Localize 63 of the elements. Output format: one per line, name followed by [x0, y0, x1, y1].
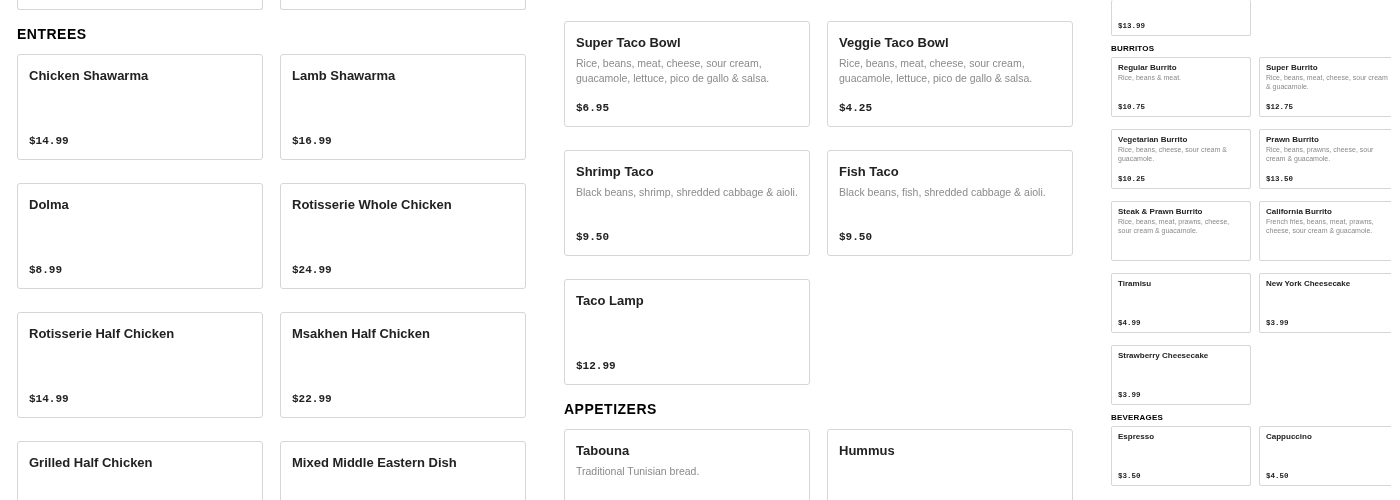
section-heading: BURRITOS [1110, 44, 1156, 53]
item-name: Rotisserie Whole Chicken [292, 196, 453, 214]
item-name: Fish Taco [839, 163, 900, 181]
menu-item-card[interactable]: Shrimp Taco Black beans, shrimp, shredded cabbage & aioli. $9.50 [564, 150, 810, 256]
item-name: Msakhen Half Chicken [292, 325, 431, 343]
item-name: Lamb Shawarma [292, 67, 397, 85]
item-price: $9.50 [576, 231, 610, 243]
menu-item-card[interactable]: Grilled Half Chicken [17, 441, 263, 500]
item-name: Cappuccino [1266, 432, 1313, 442]
item-price: $4.25 [839, 102, 873, 114]
item-name: Strawberry Cheesecake [1118, 351, 1210, 361]
menu-item-card[interactable]: Msakhen Half Chicken $22.99 [280, 312, 526, 418]
menu-item-card[interactable]: Veggie Taco Bowl Rice, beans, meat, cheese, sour cream, guacamole, lettuce, pico de gallo & salsa. $4.25 [827, 21, 1073, 127]
item-name: Tiramisu [1118, 279, 1153, 289]
menu-item-card[interactable]: Lamb Shawarma $16.99 [280, 54, 526, 160]
item-name: Rotisserie Half Chicken [29, 325, 176, 343]
item-name: Super Taco Bowl [576, 34, 682, 52]
section-heading: BEVERAGES [1110, 413, 1165, 422]
item-name: Shrimp Taco [576, 163, 655, 181]
menu-item-card[interactable]: Chicken Shawarma $14.99 [17, 54, 263, 160]
item-name: Hummus [839, 442, 896, 460]
section-heading: ENTREES [17, 25, 88, 44]
menu-item-card[interactable]: Fish Taco Black beans, fish, shredded cabbage & aioli. $9.50 [827, 150, 1073, 256]
item-name: Veggie Taco Bowl [839, 34, 950, 52]
menu-item-card[interactable]: Tabouna Traditional Tunisian bread. [564, 429, 810, 500]
menu-item-card[interactable]: Hummus [827, 429, 1073, 500]
menu-item-card[interactable]: Taco Lamp $12.99 [564, 279, 810, 385]
item-price: $24.99 [292, 264, 333, 276]
item-price: $22.99 [292, 393, 333, 405]
item-description: Rice, beans, meat, cheese, sour cream, guacamole, lettuce, pico de gallo & salsa. [839, 56, 1034, 86]
item-description: Traditional Tunisian bread. [576, 464, 701, 479]
menu-item-card[interactable]: Rotisserie Half Chicken $14.99 [17, 312, 263, 418]
item-name: Tabouna [576, 442, 631, 460]
item-price: $6.95 [576, 102, 610, 114]
item-name: Chicken Shawarma [29, 67, 150, 85]
menu-item-card[interactable] [17, 0, 263, 10]
item-price: $14.99 [29, 135, 70, 147]
menu-item-card[interactable]: Super Taco Bowl Rice, beans, meat, cheese, sour cream, guacamole, lettuce, pico de gallo & salsa. $6.95 [564, 21, 810, 127]
item-price: $16.99 [292, 135, 333, 147]
section-heading: APPETIZERS [564, 400, 658, 419]
menu-item-card[interactable]: Mixed Middle Eastern Dish [280, 441, 526, 500]
menu-item-card[interactable]: Dolma $8.99 [17, 183, 263, 289]
item-name: Regular Burrito [1118, 63, 1178, 73]
item-price: $12.99 [576, 360, 617, 372]
item-name: Prawn Burrito [1266, 135, 1320, 145]
item-description: Black beans, shrimp, shredded cabbage & aioli. [576, 185, 798, 200]
item-name: Espresso [1118, 432, 1156, 442]
item-name: Dolma [29, 196, 70, 214]
menu-item-card[interactable] [280, 0, 526, 10]
item-name: Super Burrito [1266, 63, 1319, 73]
item-name: Steak & Prawn Burrito [1118, 207, 1204, 217]
item-price: $14.99 [29, 393, 70, 405]
item-price: $8.99 [29, 264, 63, 276]
item-description: Black beans, fish, shredded cabbage & aioli. [839, 185, 1047, 200]
item-name: Vegetarian Burrito [1118, 135, 1189, 145]
item-description: Rice, beans, meat, cheese, sour cream, guacamole, lettuce, pico de gallo & salsa. [576, 56, 771, 86]
item-price: $9.50 [839, 231, 873, 243]
item-name: Mixed Middle Eastern Dish [292, 454, 458, 472]
item-name: New York Cheesecake [1266, 279, 1352, 289]
item-name: Grilled Half Chicken [29, 454, 154, 472]
item-name: Taco Lamp [576, 292, 645, 310]
menu-item-card[interactable]: Rotisserie Whole Chicken $24.99 [280, 183, 526, 289]
item-name: California Burrito [1266, 207, 1333, 217]
